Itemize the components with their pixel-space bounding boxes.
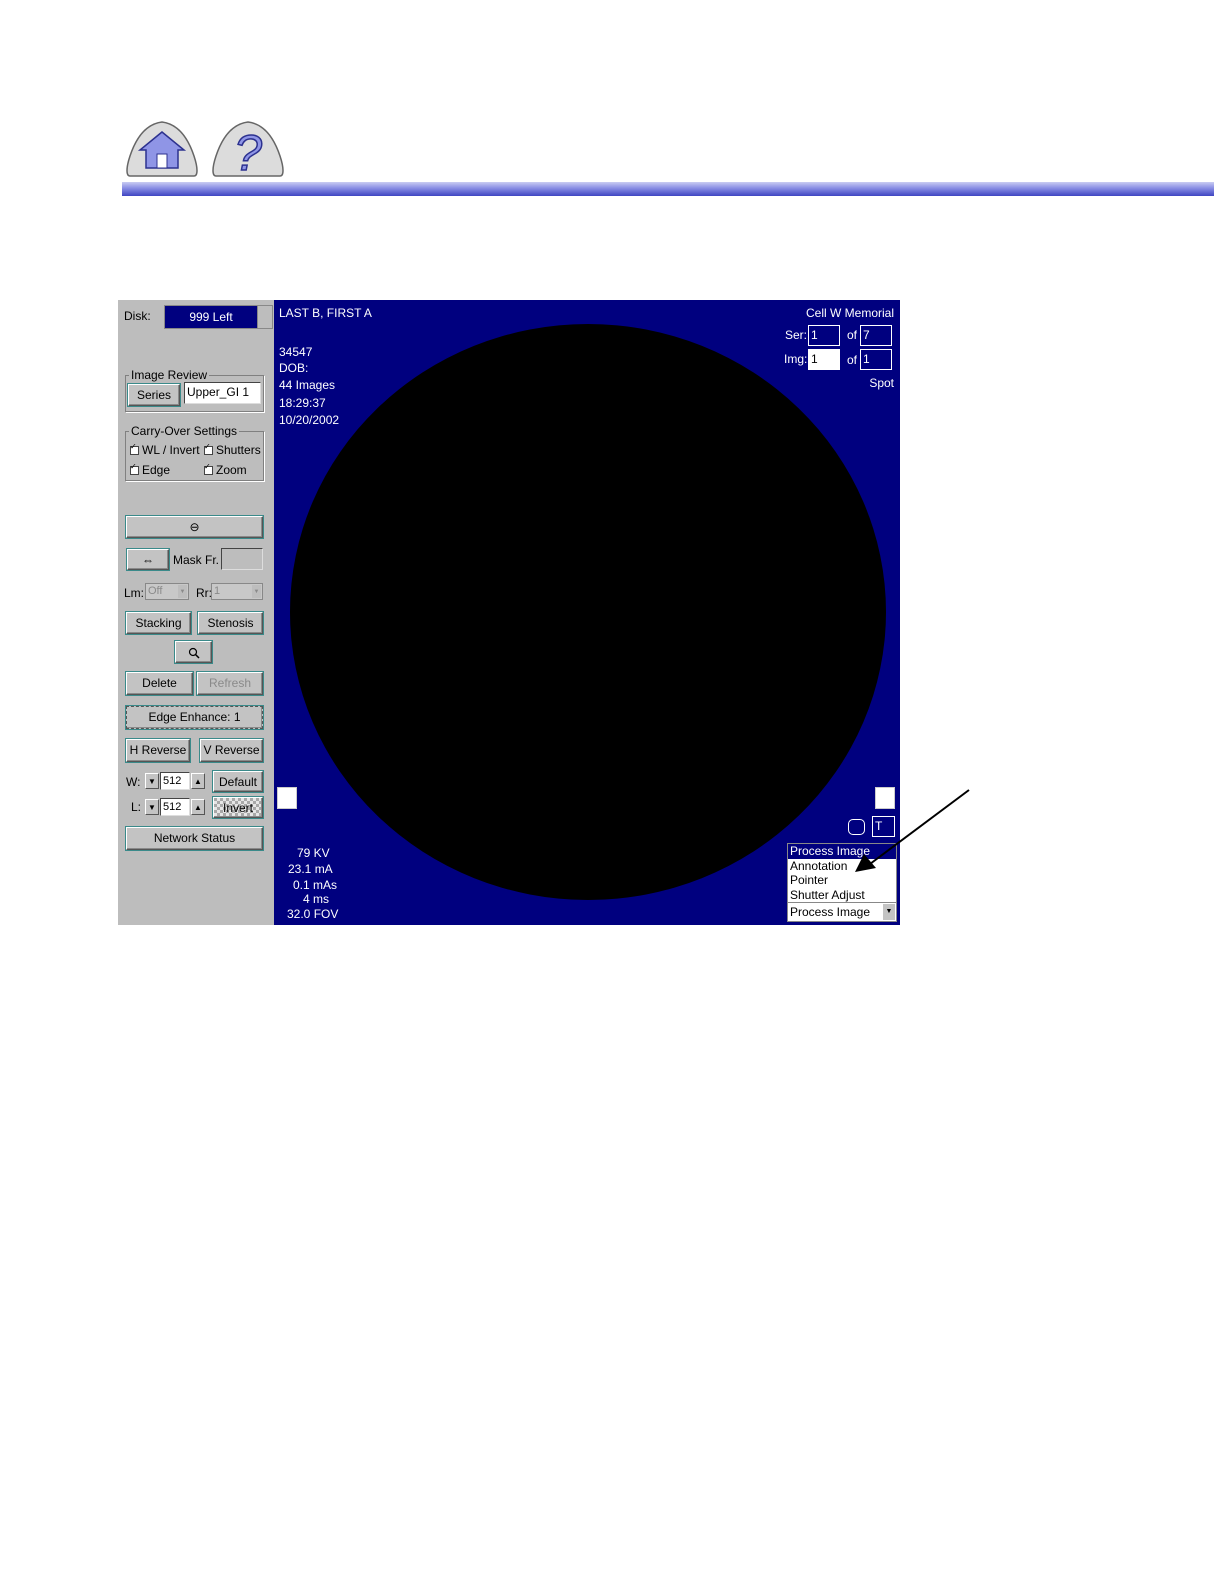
image-of-label: of xyxy=(847,353,858,367)
chevron-up-icon: ▲ xyxy=(194,777,202,786)
callout-arrow-icon xyxy=(855,789,970,872)
level-up-button[interactable]: ▲ xyxy=(191,799,205,815)
edge-enhance-button[interactable]: Edge Enhance: 1 xyxy=(126,706,263,729)
zoom-checkbox[interactable]: Zoom xyxy=(204,462,247,477)
image-review-title: Image Review xyxy=(129,368,210,382)
image-count: 44 Images xyxy=(279,378,336,392)
checkbox-checked-icon xyxy=(130,462,139,476)
image-total-field: 1 xyxy=(860,349,892,370)
link-button[interactable]: ⇔ xyxy=(127,549,169,570)
refresh-button[interactable]: Refresh xyxy=(197,672,263,695)
series-of-label: of xyxy=(847,328,858,342)
magnifier-icon xyxy=(188,647,200,659)
chevron-down-icon: ▼ xyxy=(148,803,156,812)
fov-label: FOV xyxy=(313,907,339,921)
patient-id: 34547 xyxy=(279,345,313,359)
level-label: L: xyxy=(131,800,142,814)
network-status-button[interactable]: Network Status xyxy=(126,827,263,850)
level-value-field[interactable]: 512 xyxy=(160,798,190,816)
chevron-up-icon: ▲ xyxy=(194,803,202,812)
header-rule xyxy=(122,182,1214,196)
acquisition-date: 10/20/2002 xyxy=(279,413,340,427)
chevron-down-icon: ▼ xyxy=(883,904,895,920)
image-label: Img: xyxy=(784,352,808,366)
left-marker-box[interactable] xyxy=(277,787,297,809)
acquisition-time: 18:29:37 xyxy=(279,396,326,410)
window-value-field[interactable]: 512 xyxy=(160,772,190,790)
subtraction-button[interactable]: ⊖ xyxy=(126,516,263,538)
series-label: Ser: xyxy=(785,328,808,342)
lm-select[interactable]: Off ▼ xyxy=(145,583,189,600)
image-viewer[interactable]: LAST B, FIRST A 34547 DOB: 44 Images 18:… xyxy=(274,300,900,925)
window-up-button[interactable]: ▲ xyxy=(191,773,205,789)
v-reverse-button[interactable]: V Reverse xyxy=(200,739,263,762)
dob-label: DOB: xyxy=(279,361,309,375)
home-icon[interactable] xyxy=(124,118,200,180)
disk-label: Disk: xyxy=(124,309,151,323)
help-glyph: ? xyxy=(234,125,262,180)
wl-invert-label: WL / Invert xyxy=(142,443,200,457)
edge-checkbox[interactable]: Edge xyxy=(130,462,171,477)
tool-mode-selected: Process Image xyxy=(790,905,871,919)
shutters-checkbox[interactable]: Shutters xyxy=(204,442,261,457)
checkbox-checked-icon xyxy=(204,462,213,476)
zoom-label: Zoom xyxy=(216,463,247,477)
image-number-field[interactable]: 1 xyxy=(808,349,840,370)
menu-item-shutter-adjust[interactable]: Shutter Adjust xyxy=(788,888,896,903)
disk-space-value: 999 Left xyxy=(164,305,273,329)
series-total-field: 7 xyxy=(860,325,892,346)
checkbox-checked-icon xyxy=(130,442,139,456)
ms-value: 4 ms xyxy=(303,892,330,906)
edge-label: Edge xyxy=(142,463,171,477)
shutters-label: Shutters xyxy=(216,443,261,457)
institution-name: Cell W Memorial xyxy=(805,306,894,320)
image-review-window: Disk: 999 Left Image Review Series Upper… xyxy=(118,300,900,925)
mask-frame-field[interactable] xyxy=(221,548,263,570)
lm-label: Lm: xyxy=(124,586,145,600)
ma-value: 23.1 mA xyxy=(288,862,333,876)
chevron-down-icon: ▼ xyxy=(252,585,261,598)
fov-readout: 32.0 FOV xyxy=(287,907,338,921)
series-button[interactable]: Series xyxy=(128,384,180,406)
edge-enhance-value: 1 xyxy=(233,710,241,724)
chevron-down-icon: ▼ xyxy=(148,777,156,786)
image-area[interactable] xyxy=(290,324,886,900)
window-label: W: xyxy=(126,775,141,789)
level-down-button[interactable]: ▼ xyxy=(145,799,159,815)
invert-button[interactable]: Invert xyxy=(213,797,263,818)
rr-value: 1 xyxy=(214,585,221,597)
checkbox-checked-icon xyxy=(204,442,213,456)
stacking-button[interactable]: Stacking xyxy=(126,612,191,634)
carry-over-title: Carry-Over Settings xyxy=(129,424,240,438)
help-icon[interactable]: ? xyxy=(210,118,286,180)
control-panel: Disk: 999 Left Image Review Series Upper… xyxy=(118,300,274,925)
chevron-down-icon: ▼ xyxy=(178,585,187,598)
window-down-button[interactable]: ▼ xyxy=(145,773,159,789)
wl-invert-checkbox[interactable]: WL / Invert xyxy=(130,442,200,457)
fov-value: 32.0 xyxy=(287,907,311,921)
rr-select[interactable]: 1 ▼ xyxy=(211,583,263,600)
edge-enhance-label: Edge Enhance: xyxy=(148,710,231,724)
magnifier-button[interactable] xyxy=(175,641,212,663)
h-reverse-button[interactable]: H Reverse xyxy=(126,739,190,762)
kv-value: 79 KV xyxy=(297,846,330,860)
mask-frame-label: Mask Fr. xyxy=(173,553,220,567)
delete-button[interactable]: Delete xyxy=(126,672,193,695)
stenosis-button[interactable]: Stenosis xyxy=(198,612,263,634)
rr-label: Rr: xyxy=(196,586,212,600)
tool-mode-select[interactable]: Process Image ▼ xyxy=(787,902,897,922)
patient-name: LAST B, FIRST A xyxy=(279,306,372,320)
lm-value: Off xyxy=(148,585,163,597)
acquisition-mode: Spot xyxy=(869,376,894,390)
mas-value: 0.1 mAs xyxy=(293,878,338,892)
default-button[interactable]: Default xyxy=(213,771,263,792)
series-field[interactable]: Upper_GI 1 xyxy=(184,382,261,404)
series-number-field[interactable]: 1 xyxy=(808,325,840,346)
